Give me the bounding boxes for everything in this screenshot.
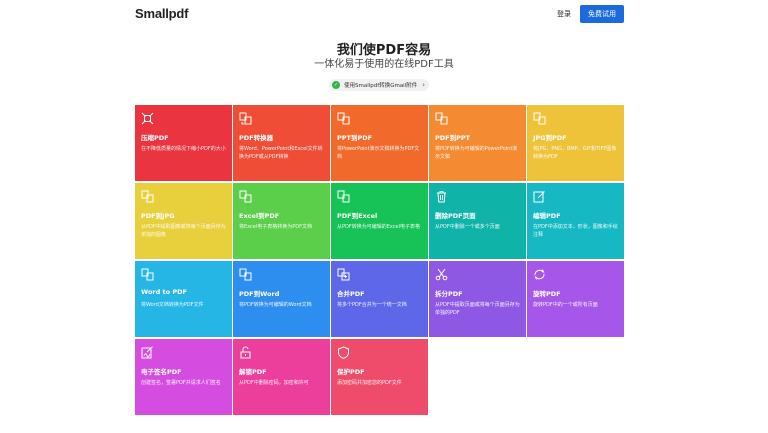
tool-description: 旋转PDF中的一个或所有页面 [533,302,598,308]
tool-tile[interactable]: JPG到PDF 将JPG，PNG，BMP，GIF和TIFF图像转换为PDF [527,105,624,181]
tool-tile[interactable]: 解锁PDF 从PDF中删除密码，加密和许可 [233,339,330,415]
chevron-right-icon: › [422,81,425,89]
tool-tile[interactable]: Word to PDF 将Word文档转换为PDF文件 [135,261,232,337]
tool-description: 从PDF中提取页面或将每个页面另存为单独的PDF [435,302,520,316]
tool-tile[interactable]: 拆分PDF 从PDF中提取页面或将每个页面另存为单独的PDF [429,261,526,337]
esign-pdf-icon [141,346,154,359]
gmail-promo-label: 使用Smallpdf转换Gmail附件 [344,83,418,89]
tool-tile[interactable]: Excel到PDF 将Excel电子表格转换为PDF文档 [233,183,330,259]
pdf-to-word-icon [239,268,252,281]
tool-title: PDF转换器 [239,134,274,142]
tool-description: 在不降低质量的情况下缩小PDF的大小 [141,146,226,152]
tool-description: 将Excel电子表格转换为PDF文档 [239,224,312,230]
ppt-to-pdf-icon [337,112,350,125]
tool-description: 将JPG，PNG，BMP，GIF和TIFF图像转换为PDF [533,146,617,160]
tool-tile[interactable]: 旋转PDF 旋转PDF中的一个或所有页面 [527,261,624,337]
pdf-to-excel-icon [337,190,350,203]
tool-description: 添加密码并加密您的PDF文件 [337,380,402,386]
word-to-pdf-icon [141,268,154,281]
smallpdf-logo[interactable]: Smallpdf [135,6,188,21]
tool-tile[interactable]: 删除PDF页面从PDF中删除一个或多个页面 [429,183,526,259]
tool-title: PDF到Word [239,290,280,298]
tool-title: 解锁PDF [239,368,267,376]
tool-title: 电子签名PDF [141,368,182,376]
pdf-to-ppt-icon [435,112,448,125]
tool-description: 将PowerPoint演示文稿转换为PDF文档 [337,146,420,160]
tool-title: 拆分PDF [435,290,463,298]
tool-tile[interactable]: 压缩PDF 在不降低质量的情况下缩小PDF的大小 [135,105,232,181]
tool-tile[interactable]: PDF到JPG 从PDF中提取图像或将每个页面另存为单独的图像 [135,183,232,259]
tool-title: PDF到PPT [435,134,471,142]
tool-title: PPT到PDF [337,134,373,142]
tool-title: 编辑PDF [533,212,561,220]
gmail-convert-icon: ✓ [332,81,340,89]
tool-title: JPG到PDF [533,134,567,142]
pdf-to-jpg-icon [141,190,154,203]
compress-icon [141,112,154,125]
tool-tile[interactable]: PDF到Word 将PDF转换为可编辑的Word文档 [233,261,330,337]
gmail-promo-link[interactable]: ✓ 使用Smallpdf转换Gmail附件 › [329,79,429,91]
tool-title: 删除PDF页面 [435,212,476,220]
jpg-to-pdf-icon [533,112,546,125]
tool-title: 合并PDF [337,290,365,298]
tool-description: 从PDF转换为可编辑的Excel电子表格 [337,224,420,230]
tool-tile[interactable]: 电子签名PDF 创建签名，签署PDF并请求人们签名 [135,339,232,415]
page-subtitle: 一体化易于使用的在线PDF工具 [314,59,454,70]
login-link[interactable]: 登录 [557,9,571,19]
header: Smallpdf 登录 免费试用 [0,0,768,30]
tool-tile[interactable]: 编辑PDF 在PDF中添加文本，形状，图像和手绘注释 [527,183,624,259]
delete-pages-icon [435,190,448,203]
tool-tile[interactable]: 保护PDF 添加密码并加密您的PDF文件 [331,339,428,415]
tool-title: Word to PDF [141,288,187,296]
tool-title: PDF到JPG [141,212,175,220]
rotate-pdf-icon [533,268,546,281]
split-pdf-icon [435,268,448,281]
excel-to-pdf-icon [239,190,252,203]
protect-pdf-icon [337,346,350,359]
tool-tile[interactable]: 合并PDF 将多个PDF合并为一个统一文档 [331,261,428,337]
tool-description: 创建签名，签署PDF并请求人们签名 [141,380,221,386]
edit-pdf-icon [533,190,546,203]
tool-title: 压缩PDF [141,134,169,142]
tool-title: PDF到Excel [337,212,378,220]
merge-pdf-icon [337,268,350,281]
tool-description: 从PDF中删除密码，加密和许可 [239,380,309,386]
tool-description: 从PDF中删除一个或多个页面 [435,224,500,230]
unlock-pdf-icon [239,346,252,359]
tool-description: 将Word文档转换为PDF文件 [141,302,204,308]
tool-tile[interactable]: PDF到Excel 从PDF转换为可编辑的Excel电子表格 [331,183,428,259]
tool-description: 将Word、PowerPoint和Excel文件转换为PDF或从PDF转换 [239,146,323,160]
tool-tile[interactable]: PPT到PDF 将PowerPoint演示文稿转换为PDF文档 [331,105,428,181]
tool-description: 将PDF转换为可编辑的Word文档 [239,302,312,308]
converter-icon [239,112,252,125]
tool-tile[interactable]: PDF到PPT 将PDF转换为可编辑的PowerPoint演示文稿 [429,105,526,181]
tool-description: 从PDF中提取图像或将每个页面另存为单独的图像 [141,224,226,238]
tool-description: 在PDF中添加文本，形状，图像和手绘注释 [533,224,618,238]
tool-tile[interactable]: PDF转换器将Word、PowerPoint和Excel文件转换为PDF或从PD… [233,105,330,181]
tool-title: 保护PDF [337,368,365,376]
tool-title: 旋转PDF [533,290,561,298]
tool-title: Excel到PDF [239,212,280,220]
tool-description: 将多个PDF合并为一个统一文档 [337,302,407,308]
tool-grid: 压缩PDF 在不降低质量的情况下缩小PDF的大小 PDF转换器将Word、Power… [135,105,625,415]
free-trial-button[interactable]: 免费试用 [580,5,624,23]
tool-description: 将PDF转换为可编辑的PowerPoint演示文稿 [435,146,518,160]
